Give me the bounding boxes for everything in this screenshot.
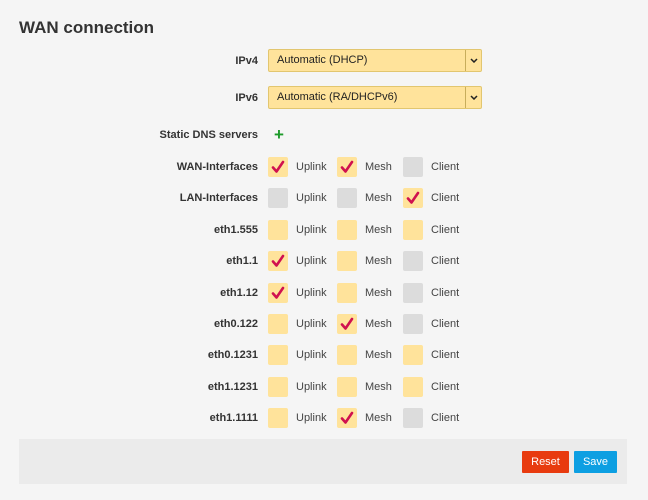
interface-row: eth1.1 Uplink Mesh Client	[0, 249, 648, 273]
checkbox-uplink[interactable]	[268, 345, 288, 365]
checkbox-label-uplink: Uplink	[296, 161, 327, 173]
checkbox-uplink[interactable]	[268, 157, 288, 177]
interface-row: WAN-Interfaces Uplink Mesh Client	[0, 155, 648, 179]
checkbox-label-uplink: Uplink	[296, 349, 327, 361]
checkbox-client[interactable]	[403, 251, 423, 271]
checkbox-uplink[interactable]	[268, 188, 288, 208]
ipv6-label: IPv6	[235, 92, 258, 104]
interface-name: eth0.1231	[207, 349, 258, 361]
interface-row: eth1.1231 Uplink Mesh Client	[0, 375, 648, 399]
checkbox-label-client: Client	[431, 192, 460, 204]
checkbox-label-client: Client	[431, 255, 460, 267]
interface-name: LAN-Interfaces	[179, 192, 258, 204]
checkbox-label-uplink: Uplink	[296, 412, 327, 424]
interface-name: eth1.12	[220, 287, 258, 299]
checkbox-uplink[interactable]	[268, 314, 288, 334]
checkbox-client[interactable]	[403, 377, 423, 397]
checkbox-mesh[interactable]	[337, 220, 357, 240]
interface-name: eth1.1231	[207, 381, 258, 393]
static-dns-label: Static DNS servers	[159, 129, 258, 141]
interface-row: LAN-Interfaces Uplink Mesh Client	[0, 186, 648, 210]
checkbox-client[interactable]	[403, 220, 423, 240]
checkbox-mesh[interactable]	[337, 251, 357, 271]
checkbox-client[interactable]	[403, 314, 423, 334]
checkbox-client[interactable]	[403, 408, 423, 428]
checkmark-icon	[340, 160, 354, 174]
chevron-down-icon[interactable]	[465, 87, 481, 108]
page-title: WAN connection	[19, 18, 155, 37]
checkbox-label-mesh: Mesh	[365, 349, 392, 361]
checkbox-mesh[interactable]	[337, 345, 357, 365]
save-button[interactable]: Save	[574, 451, 617, 473]
checkbox-label-mesh: Mesh	[365, 412, 392, 424]
checkmark-icon	[340, 411, 354, 425]
interface-name: eth1.1	[226, 255, 258, 267]
checkbox-mesh[interactable]	[337, 314, 357, 334]
interface-name: eth1.1111	[209, 412, 258, 424]
checkbox-uplink[interactable]	[268, 408, 288, 428]
checkbox-client[interactable]	[403, 345, 423, 365]
checkbox-label-client: Client	[431, 161, 460, 173]
checkmark-icon	[340, 317, 354, 331]
checkbox-label-mesh: Mesh	[365, 287, 392, 299]
static-dns-row: Static DNS servers +	[0, 123, 648, 147]
reset-button[interactable]: Reset	[522, 451, 569, 473]
interface-row: eth1.555 Uplink Mesh Client	[0, 218, 648, 242]
interface-name: eth0.122	[213, 318, 258, 330]
checkbox-label-mesh: Mesh	[365, 381, 392, 393]
checkbox-label-uplink: Uplink	[296, 318, 327, 330]
checkmark-icon	[271, 254, 285, 268]
checkmark-icon	[271, 160, 285, 174]
checkbox-uplink[interactable]	[268, 283, 288, 303]
checkbox-label-uplink: Uplink	[296, 255, 327, 267]
checkbox-label-uplink: Uplink	[296, 287, 327, 299]
checkbox-mesh[interactable]	[337, 188, 357, 208]
checkbox-label-client: Client	[431, 224, 460, 236]
interface-row: eth0.122 Uplink Mesh Client	[0, 312, 648, 336]
interface-name: WAN-Interfaces	[176, 161, 258, 173]
checkbox-client[interactable]	[403, 283, 423, 303]
checkmark-icon	[406, 191, 420, 205]
checkbox-client[interactable]	[403, 188, 423, 208]
checkbox-uplink[interactable]	[268, 251, 288, 271]
interface-row: eth1.12 Uplink Mesh Client	[0, 281, 648, 305]
checkbox-uplink[interactable]	[268, 377, 288, 397]
form-footer: Reset Save	[19, 439, 627, 484]
checkbox-label-client: Client	[431, 349, 460, 361]
checkbox-label-mesh: Mesh	[365, 318, 392, 330]
checkbox-mesh[interactable]	[337, 283, 357, 303]
checkbox-label-mesh: Mesh	[365, 255, 392, 267]
ipv4-select[interactable]: Automatic (DHCP)	[268, 49, 482, 72]
ipv6-select[interactable]: Automatic (RA/DHCPv6)	[268, 86, 482, 109]
checkbox-label-uplink: Uplink	[296, 381, 327, 393]
checkbox-mesh[interactable]	[337, 408, 357, 428]
checkbox-label-uplink: Uplink	[296, 224, 327, 236]
ipv6-select-value: Automatic (RA/DHCPv6)	[277, 91, 398, 103]
ipv4-row: IPv4 Automatic (DHCP)	[0, 49, 648, 73]
interface-row: eth0.1231 Uplink Mesh Client	[0, 343, 648, 367]
checkbox-label-uplink: Uplink	[296, 192, 327, 204]
checkbox-mesh[interactable]	[337, 377, 357, 397]
ipv4-select-value: Automatic (DHCP)	[277, 54, 368, 66]
checkbox-label-client: Client	[431, 287, 460, 299]
checkbox-mesh[interactable]	[337, 157, 357, 177]
checkbox-label-client: Client	[431, 412, 460, 424]
ipv4-label: IPv4	[235, 55, 258, 67]
ipv6-row: IPv6 Automatic (RA/DHCPv6)	[0, 86, 648, 110]
checkbox-label-client: Client	[431, 318, 460, 330]
checkmark-icon	[271, 286, 285, 300]
checkbox-label-client: Client	[431, 381, 460, 393]
checkbox-uplink[interactable]	[268, 220, 288, 240]
interface-row: eth1.1111 Uplink Mesh Client	[0, 406, 648, 430]
chevron-down-icon[interactable]	[465, 50, 481, 71]
checkbox-client[interactable]	[403, 157, 423, 177]
checkbox-label-mesh: Mesh	[365, 192, 392, 204]
interface-name: eth1.555	[213, 224, 258, 236]
add-dns-server-button[interactable]: +	[272, 123, 286, 147]
checkbox-label-mesh: Mesh	[365, 224, 392, 236]
checkbox-label-mesh: Mesh	[365, 161, 392, 173]
